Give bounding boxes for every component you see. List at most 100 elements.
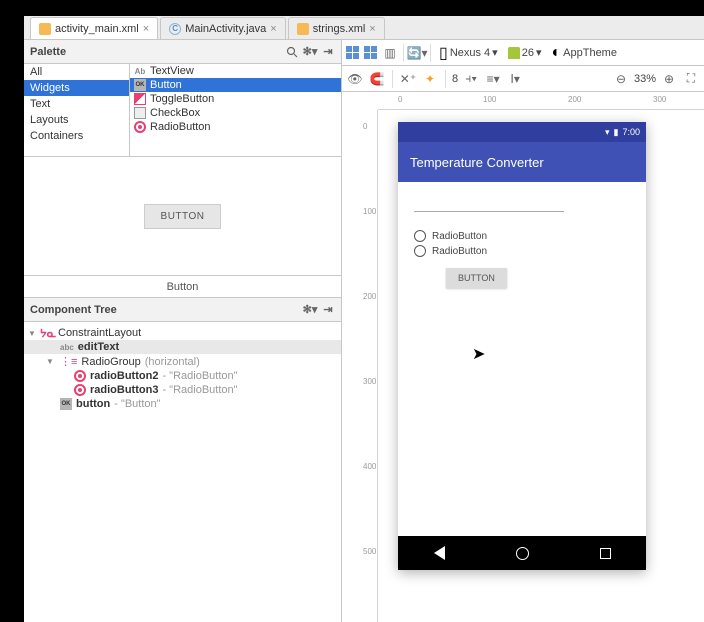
wifi-icon: ▾ bbox=[605, 127, 610, 138]
expand-icon[interactable]: ▼ bbox=[46, 357, 56, 366]
tab-main-activity[interactable]: C MainActivity.java × bbox=[160, 17, 286, 39]
app-title: Temperature Converter bbox=[410, 155, 544, 170]
zoom-level: 33% bbox=[634, 73, 656, 85]
widget-togglebutton[interactable]: ToggleButton bbox=[130, 92, 341, 106]
cursor-icon: ➤ bbox=[472, 344, 485, 364]
clear-constraints-icon[interactable]: ✕⁺ bbox=[399, 70, 417, 88]
toggle-icon bbox=[134, 93, 146, 105]
abc-icon: abc bbox=[60, 343, 74, 352]
theme-select[interactable]: ◐ AppTheme bbox=[547, 44, 620, 62]
fit-icon[interactable]: ⛶ bbox=[682, 70, 700, 88]
close-icon[interactable]: × bbox=[270, 23, 276, 35]
device-select[interactable]: ▯ Nexus 4▾ bbox=[435, 43, 502, 63]
close-icon[interactable]: × bbox=[369, 23, 375, 35]
ruler-vertical: 0 100 200 300 400 500 600 bbox=[360, 110, 378, 622]
tree-item-button[interactable]: OK button - "Button" bbox=[24, 397, 341, 411]
margin-value[interactable]: 8 bbox=[452, 73, 458, 85]
android-icon bbox=[508, 47, 520, 59]
gear-icon[interactable]: ✻▾ bbox=[303, 45, 317, 59]
device-content[interactable]: RadioButton RadioButton BUTTON ➤ bbox=[398, 182, 646, 300]
radio-icon bbox=[414, 230, 426, 242]
component-tree-title: Component Tree bbox=[30, 304, 117, 316]
widget-preview: BUTTON bbox=[24, 156, 341, 276]
design-toolbar: ▥ 🔄▾ ▯ Nexus 4▾ 26▾ ◐ AppTheme bbox=[342, 40, 704, 66]
category-widgets[interactable]: Widgets bbox=[24, 80, 129, 96]
home-icon[interactable] bbox=[516, 547, 529, 560]
constraint-toolbar: 👁 🧲 ✕⁺ ✦ 8 ⫞▾ ≡▾ Ⅰ▾ ⊖ 33% ⊕ ⛶ bbox=[342, 66, 704, 92]
widget-radiobutton[interactable]: RadioButton bbox=[130, 120, 341, 134]
api-select[interactable]: 26▾ bbox=[504, 46, 546, 59]
app-bar: Temperature Converter bbox=[398, 142, 646, 182]
status-bar: ▾ ▮ 7:00 bbox=[398, 122, 646, 142]
blueprint-view-icon[interactable] bbox=[361, 44, 379, 62]
back-icon[interactable] bbox=[434, 546, 445, 560]
magnet-icon[interactable]: 🧲 bbox=[368, 70, 386, 88]
tree-item-edittext[interactable]: abc editText bbox=[24, 340, 341, 354]
zoom-in-icon[interactable]: ⊕ bbox=[660, 70, 678, 88]
gear-icon[interactable]: ✻▾ bbox=[303, 303, 317, 317]
edittext-preview[interactable] bbox=[414, 194, 564, 212]
palette-title: Palette bbox=[30, 46, 66, 58]
collapse-icon[interactable]: ⇥ bbox=[321, 45, 335, 59]
tab-label: strings.xml bbox=[313, 23, 366, 35]
tab-label: MainActivity.java bbox=[185, 23, 266, 35]
radio-2[interactable]: RadioButton bbox=[414, 245, 630, 257]
design-canvas[interactable]: 0 100 200 300 0 100 200 300 400 500 600 … bbox=[342, 92, 704, 622]
expand-icon[interactable]: ▼ bbox=[28, 329, 38, 338]
tree-item-radiogroup[interactable]: ▼ ⋮≡ RadioGroup (horizontal) bbox=[24, 354, 341, 369]
tab-label: activity_main.xml bbox=[55, 23, 139, 35]
palette-widgets: AbTextView OKButton ToggleButton CheckBo… bbox=[130, 64, 341, 156]
design-view-icon[interactable] bbox=[346, 46, 359, 59]
device-button[interactable]: BUTTON bbox=[446, 268, 507, 288]
category-all[interactable]: All bbox=[24, 64, 129, 80]
tab-activity-main[interactable]: activity_main.xml × bbox=[30, 17, 158, 39]
radio-icon bbox=[134, 121, 146, 133]
category-containers[interactable]: Containers bbox=[24, 128, 129, 144]
clock: 7:00 bbox=[622, 127, 640, 137]
java-icon: C bbox=[169, 23, 181, 35]
phone-icon: ▯ bbox=[439, 43, 448, 63]
button-icon: OK bbox=[60, 398, 72, 410]
textview-icon: Ab bbox=[134, 65, 146, 77]
theme-icon: ◐ bbox=[551, 44, 561, 62]
tree-root[interactable]: ▼ ᔭᓇ ConstraintLayout bbox=[24, 326, 341, 340]
button-icon: OK bbox=[134, 79, 146, 91]
guideline-icon[interactable]: Ⅰ▾ bbox=[506, 70, 524, 88]
palette-header: Palette ✻▾ ⇥ bbox=[24, 40, 341, 64]
preview-button[interactable]: BUTTON bbox=[144, 204, 222, 229]
align-icon[interactable]: ⫞▾ bbox=[462, 70, 480, 88]
orientation-icon[interactable]: 🔄▾ bbox=[408, 44, 426, 62]
android-navbar bbox=[398, 536, 646, 570]
component-tree-header: Component Tree ✻▾ ⇥ bbox=[24, 298, 341, 322]
radio-1[interactable]: RadioButton bbox=[414, 230, 630, 242]
zoom-out-icon[interactable]: ⊖ bbox=[612, 70, 630, 88]
widget-checkbox[interactable]: CheckBox bbox=[130, 106, 341, 120]
checkbox-icon bbox=[134, 107, 146, 119]
infer-constraints-icon[interactable]: ✦ bbox=[421, 70, 439, 88]
radio-icon bbox=[74, 384, 86, 396]
palette-categories: All Widgets Text Layouts Containers bbox=[24, 64, 130, 156]
tree-item-radiobutton3[interactable]: radioButton3 - "RadioButton" bbox=[24, 383, 341, 397]
visibility-icon[interactable]: 👁 bbox=[346, 70, 364, 88]
widget-textview[interactable]: AbTextView bbox=[130, 64, 341, 78]
category-text[interactable]: Text bbox=[24, 96, 129, 112]
radio-icon bbox=[414, 245, 426, 257]
radio-icon bbox=[74, 370, 86, 382]
collapse-icon[interactable]: ⇥ bbox=[321, 303, 335, 317]
device-preview[interactable]: ▾ ▮ 7:00 Temperature Converter RadioButt… bbox=[398, 122, 646, 570]
tab-strings[interactable]: strings.xml × bbox=[288, 17, 385, 39]
battery-icon: ▮ bbox=[614, 127, 619, 138]
split-view-icon[interactable]: ▥ bbox=[381, 44, 399, 62]
component-tree: ▼ ᔭᓇ ConstraintLayout abc editText ▼ ⋮≡ … bbox=[24, 322, 341, 622]
xml-icon bbox=[39, 23, 51, 35]
pack-icon[interactable]: ≡▾ bbox=[484, 70, 502, 88]
close-icon[interactable]: × bbox=[143, 23, 149, 35]
radiogroup-icon: ⋮≡ bbox=[60, 355, 77, 368]
ruler-horizontal: 0 100 200 300 bbox=[378, 92, 704, 110]
search-icon[interactable] bbox=[285, 45, 299, 59]
category-layouts[interactable]: Layouts bbox=[24, 112, 129, 128]
widget-button[interactable]: OKButton bbox=[130, 78, 341, 92]
tree-item-radiobutton2[interactable]: radioButton2 - "RadioButton" bbox=[24, 369, 341, 383]
recents-icon[interactable] bbox=[600, 548, 611, 559]
preview-caption: Button bbox=[24, 276, 341, 298]
